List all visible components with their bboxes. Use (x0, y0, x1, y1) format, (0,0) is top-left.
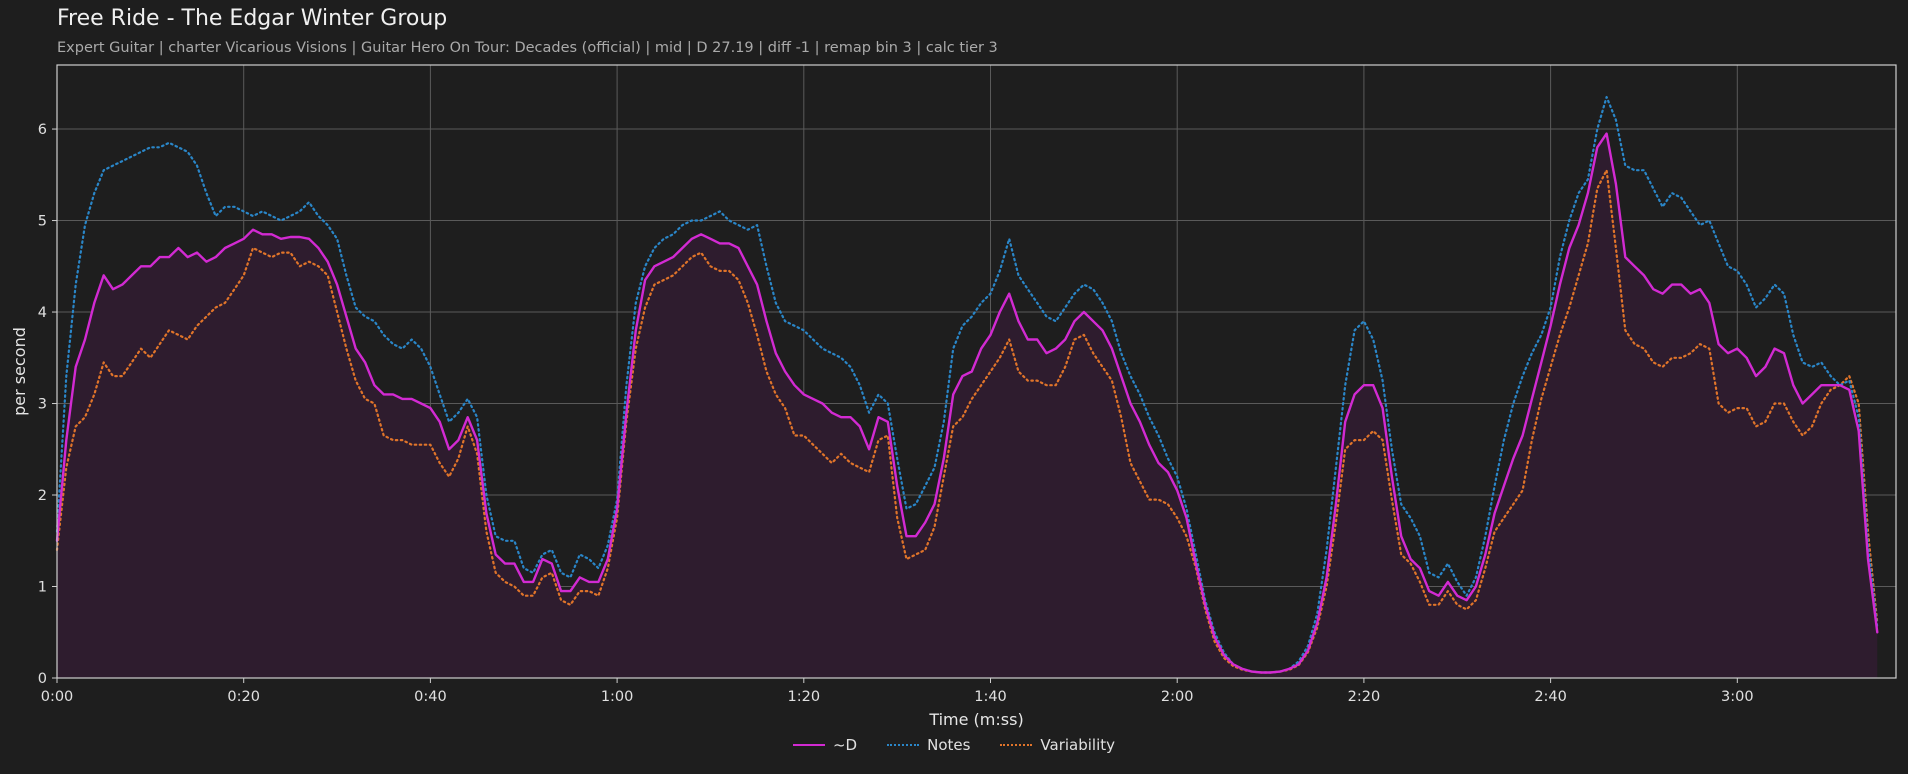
line-chart: 0:00 0:20 0:40 1:00 1:20 1:40 2:00 2:20 2:40 3:00… (10, 64, 1897, 729)
y-tick-label: 2 (38, 488, 47, 504)
y-tick-label: 3 (38, 397, 47, 413)
legend-item-variability: Variability (1000, 736, 1115, 754)
legend-label: Notes (927, 736, 971, 754)
x-tick-label: 0:00 (41, 689, 74, 705)
x-tick-label: 0:20 (227, 689, 260, 705)
y-axis-ticks: 0 1 2 3 4 5 6 (38, 122, 57, 687)
legend-swatch (1000, 744, 1033, 746)
legend-item-notes: Notes (887, 736, 970, 754)
y-tick-label: 5 (38, 214, 47, 230)
x-tick-label: 3:00 (1721, 689, 1754, 705)
x-tick-label: 1:00 (601, 689, 634, 705)
legend-swatch (887, 744, 920, 746)
x-tick-label: 1:20 (788, 689, 821, 705)
x-axis-ticks: 0:00 0:20 0:40 1:00 1:20 1:40 2:00 2:20 2:40 3:00 (41, 678, 1754, 705)
legend-label: ~D (832, 736, 858, 754)
y-tick-label: 0 (38, 671, 47, 687)
x-tick-label: 0:40 (414, 689, 447, 705)
y-axis-label: per second (10, 327, 29, 416)
legend-swatch (792, 744, 825, 746)
legend-label: Variability (1040, 736, 1116, 754)
legend: ~D Notes Variability (0, 736, 1908, 754)
legend-item-d: ~D (792, 736, 858, 754)
x-tick-label: 2:20 (1348, 689, 1381, 705)
x-tick-label: 2:40 (1534, 689, 1567, 705)
x-tick-label: 2:00 (1161, 689, 1194, 705)
x-tick-label: 1:40 (974, 689, 1007, 705)
y-tick-label: 4 (38, 305, 47, 321)
y-tick-label: 6 (38, 122, 47, 138)
x-axis-label: Time (m:ss) (928, 710, 1023, 729)
y-tick-label: 1 (38, 580, 47, 596)
